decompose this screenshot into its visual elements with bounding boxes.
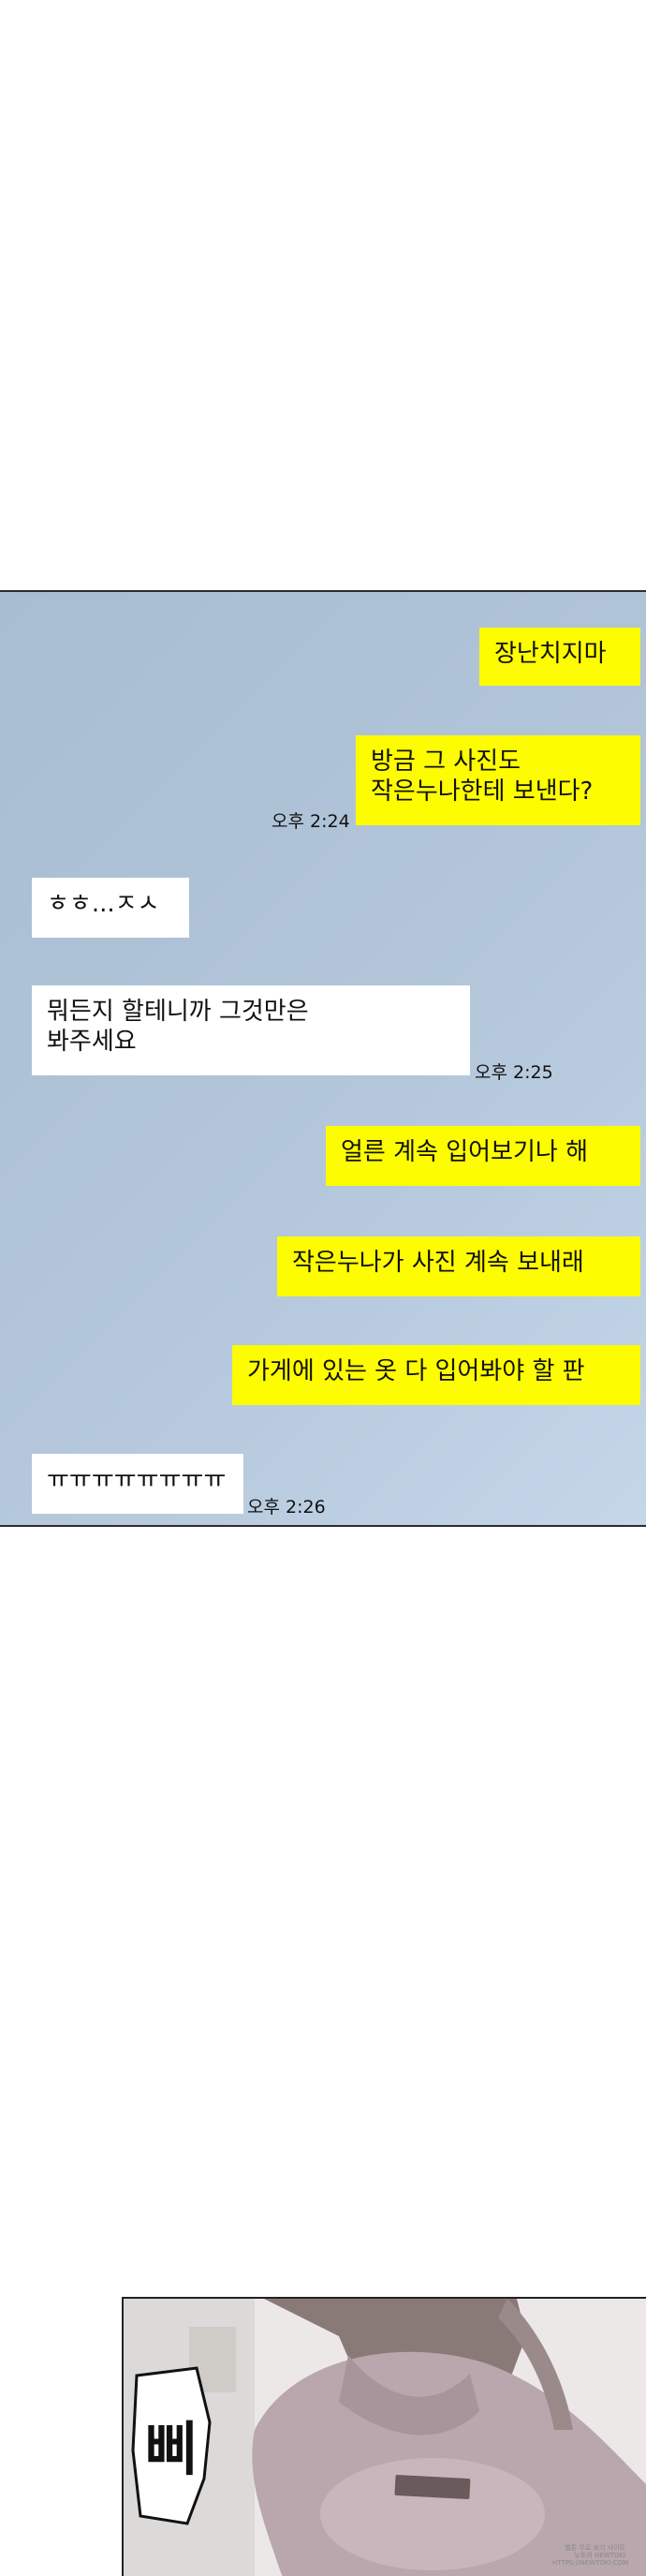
message-time: 오후 2:25 <box>475 1062 553 1083</box>
site-watermark: 웹툰 무료 보기 사이트 뉴토끼 NEWTOKI HTTPS://NEWTOKI… <box>552 2544 629 2567</box>
message-time: 오후 2:24 <box>272 811 350 832</box>
message-time: 오후 2:26 <box>247 1497 326 1517</box>
sent-message: 가게에 있는 옷 다 입어봐야 할 판 <box>232 1345 640 1405</box>
sent-message: 방금 그 사진도 작은누나한테 보낸다? <box>356 735 640 825</box>
chat-screen: 장난치지마 방금 그 사진도 작은누나한테 보낸다? 오후 2:24 ㅎㅎ...… <box>0 590 646 1527</box>
sent-message: 얼른 계속 입어보기나 해 <box>326 1126 640 1186</box>
comic-panel: 삐 웹툰 무료 보기 사이트 뉴토끼 NEWTOKI HTTPS://NEWTO… <box>122 2297 646 2576</box>
received-message: 뭐든지 할테니까 그것만은 봐주세요 <box>32 985 470 1075</box>
sent-message: 장난치지마 <box>479 628 640 686</box>
sfx-text: 삐 <box>131 2366 212 2525</box>
received-message: ㅠㅠㅠㅠㅠㅠㅠㅠ <box>32 1454 243 1514</box>
svg-text:삐: 삐 <box>144 2415 198 2483</box>
sent-message: 작은누나가 사진 계속 보내래 <box>277 1236 640 1296</box>
received-message: ㅎㅎ...ㅈㅅ <box>32 878 189 938</box>
